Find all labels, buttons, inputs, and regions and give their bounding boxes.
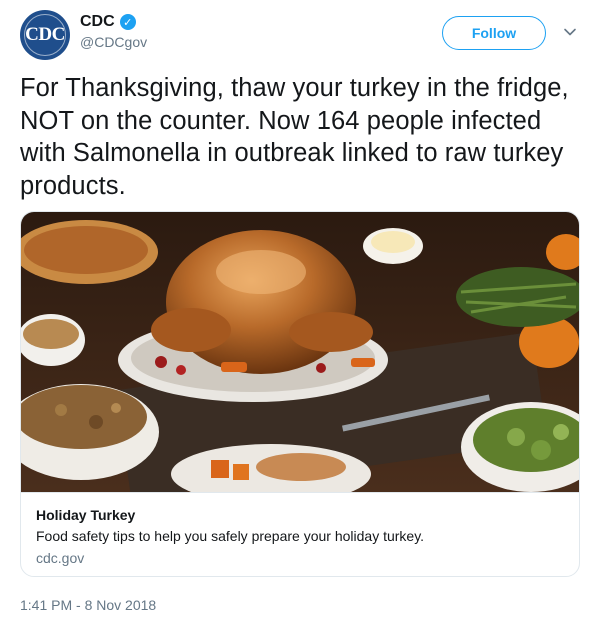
display-name[interactable]: CDC — [80, 13, 115, 31]
tweet-text: For Thanksgiving, thaw your turkey in th… — [20, 74, 569, 200]
display-name-row[interactable]: CDC ✓ — [80, 13, 147, 31]
follow-button[interactable]: Follow — [442, 16, 546, 50]
card-title[interactable]: Holiday Turkey — [36, 507, 135, 523]
avatar[interactable]: CDC — [20, 10, 70, 60]
handle[interactable]: @CDCgov — [80, 34, 147, 50]
author-block: CDC ✓ @CDCgov — [80, 13, 147, 50]
link-card[interactable]: Holiday Turkey Food safety tips to help … — [20, 211, 580, 577]
card-domain: cdc.gov — [36, 550, 85, 566]
avatar-logo-text: CDC — [25, 24, 65, 45]
tweet-timestamp[interactable]: 1:41 PM - 8 Nov 2018 — [20, 597, 156, 613]
tweet-header: CDC CDC ✓ @CDCgov Follow — [20, 10, 580, 62]
card-image[interactable] — [21, 212, 579, 492]
chevron-down-icon[interactable] — [562, 24, 578, 40]
card-body[interactable]: Holiday Turkey Food safety tips to help … — [21, 492, 579, 576]
card-description: Food safety tips to help you safely prep… — [36, 528, 425, 544]
verified-check-icon: ✓ — [119, 14, 136, 30]
